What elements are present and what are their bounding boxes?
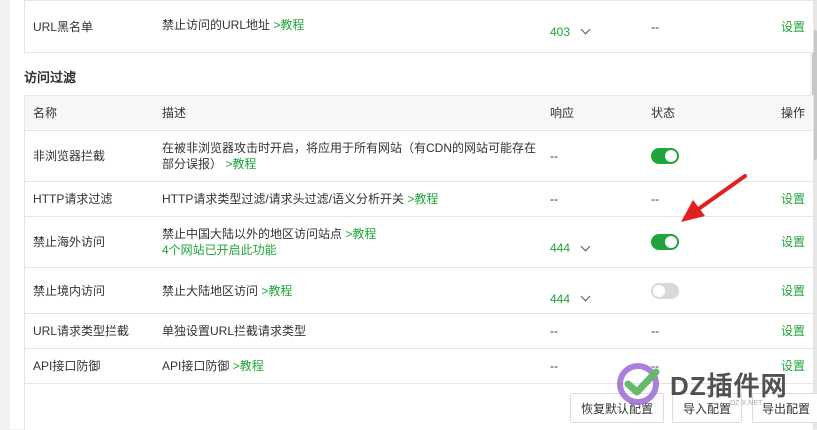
row-name: 禁止境内访问: [33, 283, 106, 298]
response-select[interactable]: 403: [550, 6, 640, 57]
row-response: --: [550, 324, 558, 338]
chevron-down-icon: [580, 241, 591, 251]
tutorial-link[interactable]: >教程: [345, 227, 376, 241]
row-name: 禁止海外访问: [33, 235, 106, 249]
row-desc: 禁止中国大陆以外的地区访问站点 >教程 4个网站已开启此功能: [162, 217, 557, 267]
row-desc: API接口防御 >教程: [162, 349, 557, 383]
row-desc-text: 禁止中国大陆以外的地区访问站点: [162, 227, 343, 241]
settings-link[interactable]: 设置: [765, 268, 805, 313]
tutorial-link[interactable]: >教程: [233, 358, 264, 374]
blacklist-table: URL黑名单 禁止访问的URL地址 >教程 403 -- 设置: [24, 0, 814, 53]
chevron-down-icon: [580, 291, 591, 302]
toggle-knob: [665, 236, 677, 248]
row-desc: 禁止访问的URL地址 >教程: [162, 0, 557, 50]
row-op: [765, 131, 805, 181]
response-value: 403: [550, 24, 571, 39]
status-toggle[interactable]: [651, 148, 679, 164]
table-header: 名称 描述 响应 状态 操作: [25, 96, 813, 131]
row-desc: 单独设置URL拦截请求类型: [162, 324, 307, 338]
row-name: 非浏览器拦截: [33, 149, 106, 163]
status-toggle[interactable]: [651, 282, 679, 299]
response-select[interactable]: 444: [550, 217, 640, 273]
watermark-text: DZ插件网: [670, 371, 788, 401]
row-desc-text: API接口防御: [162, 359, 230, 373]
settings-link[interactable]: 设置: [765, 217, 805, 267]
watermark-subtext: DZ-X.NET: [730, 400, 763, 407]
row-response: --: [550, 192, 558, 206]
response-value: 444: [550, 291, 571, 306]
tutorial-link[interactable]: >教程: [407, 191, 438, 207]
status-toggle-cell: [651, 268, 741, 313]
section-title: 访问过滤: [24, 70, 77, 85]
enabled-sites-note[interactable]: 4个网站已开启此功能: [162, 242, 376, 258]
row-response: --: [550, 149, 558, 163]
logo-mark-icon: [617, 363, 660, 405]
row-desc: 在被非浏览器攻击时开启，将应用于所有网站（有CDN的网站可能存在部分误报） >教…: [162, 131, 542, 181]
row-desc-text: HTTP请求类型过滤/请求头过滤/语义分析开关: [162, 192, 404, 206]
row-name: URL黑名单: [33, 19, 94, 34]
row-desc-text: 在被非浏览器攻击时开启，将应用于所有网站（有CDN的网站可能存在部分误报）: [162, 141, 537, 171]
settings-link[interactable]: 设置: [765, 314, 805, 348]
col-status-header: 状态: [651, 106, 676, 120]
settings-link[interactable]: 设置: [765, 1, 805, 52]
annotation-arrow-icon: [681, 174, 747, 222]
row-status: --: [651, 19, 659, 34]
toggle-knob: [665, 150, 677, 162]
tutorial-link[interactable]: >教程: [273, 17, 304, 33]
chevron-down-icon: [580, 24, 591, 35]
tutorial-link[interactable]: >教程: [261, 283, 292, 299]
toggle-knob: [653, 284, 665, 297]
col-response-header: 响应: [550, 106, 575, 120]
table-row-url-blacklist: URL黑名单 禁止访问的URL地址 >教程 403 -- 设置: [25, 1, 813, 53]
row-desc: 禁止大陆地区访问 >教程: [162, 268, 557, 313]
row-desc-text: 禁止大陆地区访问: [162, 283, 259, 298]
settings-link[interactable]: 设置: [765, 182, 805, 216]
watermark-logo: DZ插件网 DZ-X.NET: [612, 360, 802, 408]
col-name-header: 名称: [33, 106, 58, 120]
table-row: 禁止境内访问 禁止大陆地区访问 >教程 444 设置: [25, 268, 813, 314]
row-status: --: [651, 324, 659, 338]
row-desc-text: 禁止访问的URL地址: [162, 17, 271, 32]
row-name: URL请求类型拦截: [33, 324, 130, 338]
status-toggle[interactable]: [651, 234, 679, 250]
row-desc: HTTP请求类型过滤/请求头过滤/语义分析开关 >教程: [162, 182, 557, 216]
col-desc-header: 描述: [162, 106, 187, 120]
row-name: API接口防御: [33, 359, 101, 373]
table-row: URL请求类型拦截 单独设置URL拦截请求类型 -- -- 设置: [25, 314, 813, 349]
col-op-header: 操作: [780, 106, 805, 120]
tutorial-link[interactable]: >教程: [225, 157, 256, 171]
row-name: HTTP请求过滤: [33, 192, 113, 206]
response-value: 444: [550, 241, 571, 255]
